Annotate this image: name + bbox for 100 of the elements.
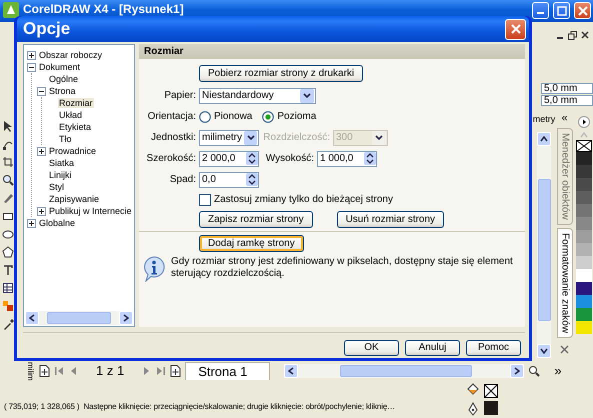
color-swatch[interactable] <box>576 321 592 334</box>
orientation-option[interactable]: Pozioma <box>262 110 316 122</box>
add-page-icon[interactable] <box>39 365 50 377</box>
zoom-icon[interactable] <box>528 365 540 377</box>
eyedropper-icon[interactable] <box>2 318 14 330</box>
crop-icon[interactable] <box>2 156 14 168</box>
tree-item[interactable]: Dokument <box>38 62 82 72</box>
color-swatch[interactable] <box>576 308 592 321</box>
more-button[interactable]: » <box>554 363 562 379</box>
tree-item[interactable]: Linijki <box>48 170 73 180</box>
color-swatch[interactable] <box>576 204 592 217</box>
color-swatch[interactable] <box>576 217 592 230</box>
orientation-option[interactable]: Pionowa <box>199 110 252 122</box>
last-page-icon[interactable] <box>156 366 166 376</box>
tree-item[interactable]: Styl <box>48 182 66 192</box>
no-color-swatch[interactable] <box>576 140 592 152</box>
tree-item[interactable]: Strona <box>48 86 77 96</box>
tree-item[interactable]: Etykieta <box>58 122 92 132</box>
width-spinbox[interactable]: 2 000,0 <box>199 150 259 166</box>
color-swatch[interactable] <box>576 230 592 243</box>
palette-menu-button[interactable] <box>578 116 590 128</box>
add-page-icon[interactable] <box>170 365 182 377</box>
scroll-down-button[interactable] <box>537 344 551 358</box>
first-page-icon[interactable] <box>54 366 64 376</box>
tree-item[interactable]: Układ <box>58 110 84 120</box>
spin-arrows-icon[interactable] <box>246 152 258 165</box>
y-position-field[interactable]: 5,0 mm <box>541 95 593 106</box>
spin-arrows-icon[interactable] <box>364 152 376 165</box>
height-spinbox[interactable]: 1 000,0 <box>317 150 377 166</box>
tree-item[interactable]: Ogólne <box>48 74 80 84</box>
expand-icon[interactable] <box>37 206 46 216</box>
tree-item[interactable]: Tło <box>58 134 73 144</box>
expand-icon[interactable] <box>37 146 46 156</box>
maximize-button[interactable] <box>553 2 570 19</box>
ellipse-icon[interactable] <box>2 228 14 240</box>
vertical-scrollbar[interactable] <box>537 132 551 358</box>
save-size-button[interactable]: Zapisz rozmiar strony <box>199 211 313 228</box>
expand-icon[interactable] <box>27 218 36 228</box>
add-frame-button[interactable]: Dodaj ramkę strony <box>199 235 304 252</box>
units-dropdown[interactable]: milimetry <box>199 130 259 146</box>
rectangle-icon[interactable] <box>2 210 14 222</box>
color-swatch[interactable] <box>576 282 592 295</box>
scroll-up-button[interactable] <box>537 132 551 146</box>
color-swatch[interactable] <box>576 269 592 282</box>
scroll-right-button[interactable] <box>119 311 133 325</box>
color-swatch[interactable] <box>576 191 592 204</box>
text-tool-icon[interactable] <box>2 264 14 276</box>
horizontal-scrollbar[interactable] <box>284 364 524 378</box>
collapse-button[interactable]: « <box>561 112 568 126</box>
dialog-button[interactable]: Anuluj <box>405 340 460 356</box>
expand-icon[interactable] <box>27 50 36 60</box>
collapse-icon[interactable] <box>27 62 36 72</box>
minimize-button[interactable] <box>532 2 549 19</box>
tree-item[interactable]: Prowadnice <box>48 146 98 156</box>
color-swatch[interactable] <box>576 256 592 269</box>
color-swatch[interactable] <box>576 243 592 256</box>
zoom-icon[interactable] <box>2 174 14 186</box>
dialog-button[interactable]: OK <box>344 340 399 356</box>
scroll-left-button[interactable] <box>284 364 298 378</box>
close-button[interactable] <box>505 18 526 40</box>
tree-item[interactable]: Rozmiar <box>58 98 94 108</box>
restore-icon[interactable] <box>568 30 577 40</box>
color-swatch[interactable] <box>576 178 592 191</box>
pen-icon[interactable] <box>2 192 14 204</box>
dialog-button[interactable]: Pomoc <box>466 340 521 356</box>
close-icon[interactable] <box>581 31 589 39</box>
close-icon[interactable] <box>560 344 569 354</box>
spin-arrows-icon[interactable] <box>246 173 258 186</box>
bleed-spinbox[interactable]: 0,0 <box>199 172 259 188</box>
tree-item[interactable]: Zapisywanie <box>48 194 100 204</box>
paper-dropdown[interactable]: Niestandardowy <box>199 88 316 104</box>
color-swatch[interactable] <box>576 165 592 178</box>
docker-tab[interactable]: Formatowanie znaków <box>556 228 572 338</box>
page-tab[interactable]: Strona 1 <box>185 362 270 380</box>
x-position-field[interactable]: 5,0 mm <box>541 83 593 94</box>
docker-tab[interactable]: Menedżer obiektów <box>556 128 572 225</box>
blend-icon[interactable] <box>2 300 14 312</box>
scroll-right-button[interactable] <box>510 364 524 378</box>
color-swatch[interactable] <box>576 295 592 308</box>
tree-item[interactable]: Siatka <box>48 158 76 168</box>
polygon-icon[interactable] <box>2 246 14 258</box>
radio-button[interactable] <box>199 110 211 122</box>
horizontal-scrollbar[interactable] <box>25 311 133 325</box>
collapse-icon[interactable] <box>37 86 46 96</box>
printer-size-button[interactable]: Pobierz rozmiar strony z drukarki <box>199 65 364 82</box>
delete-size-button[interactable]: Usuń rozmiar strony <box>336 211 444 228</box>
tree-item[interactable]: Obszar roboczy <box>38 50 104 60</box>
table-icon[interactable] <box>2 282 14 294</box>
tree-item[interactable]: Publikuj w Internecie <box>48 206 133 216</box>
pointer-icon[interactable] <box>2 120 14 132</box>
tree-item[interactable]: Globalne <box>38 218 76 228</box>
close-button[interactable] <box>574 2 591 19</box>
chevron-down-icon <box>303 92 311 98</box>
radio-button[interactable] <box>262 110 274 122</box>
color-swatch[interactable] <box>576 152 592 165</box>
scroll-thumb[interactable] <box>47 312 111 324</box>
scroll-thumb[interactable] <box>340 365 472 377</box>
checkbox[interactable] <box>199 194 211 206</box>
scroll-left-button[interactable] <box>25 311 39 325</box>
scroll-thumb[interactable] <box>538 179 550 321</box>
